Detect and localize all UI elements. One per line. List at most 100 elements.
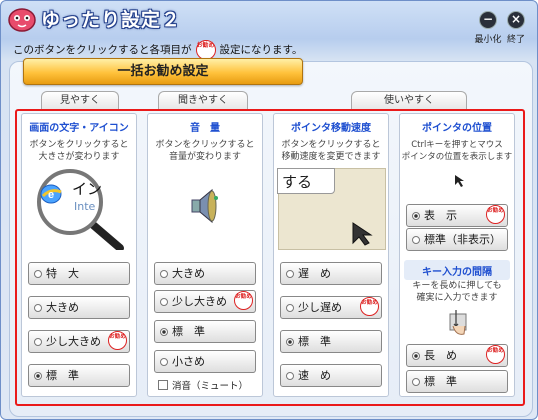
radio-icon <box>412 378 420 386</box>
desc-line: 確実に入力できます <box>416 293 498 303</box>
close-label: 終了 <box>506 35 525 45</box>
column-desc: ボタンをクリックすると 大きさが変わります <box>22 139 136 163</box>
category-tab-hear: 聞きやすく <box>158 91 248 110</box>
preview-text: する <box>277 168 335 194</box>
option-text-standard[interactable]: 標 準 <box>28 364 130 387</box>
recommend-stamp-icon: お勧め <box>360 297 379 316</box>
preview-text-big: イン <box>72 180 103 198</box>
option-volume-loud[interactable]: 大きめ <box>154 262 256 285</box>
column-pointer-speed: ポインタ移動速度 ボタンをクリックすると 移動速度を変更できます する 遅 め … <box>273 113 389 397</box>
preview-text-small: Inte <box>74 200 96 213</box>
radio-selected-icon <box>34 372 42 380</box>
column-title: ポインタの位置 <box>422 123 492 134</box>
option-label: 速 め <box>298 369 331 382</box>
column-title: ポインタ移動速度 <box>291 123 371 134</box>
desc-line: ボタンをクリックすると <box>155 140 255 150</box>
column-text-icon: 画面の文字・アイコン ボタンをクリックすると 大きさが変わります e イン In… <box>21 113 137 397</box>
radio-icon <box>286 270 294 278</box>
option-label: 標 準 <box>172 325 205 338</box>
small-pointer-icon <box>455 175 464 187</box>
radio-icon <box>286 372 294 380</box>
speaker-icon <box>191 188 218 224</box>
recommend-stamp-icon: お勧め <box>108 331 127 350</box>
option-label: 特 大 <box>46 267 79 280</box>
radio-icon <box>34 270 42 278</box>
option-label: 小さめ <box>172 355 205 368</box>
option-key-standard[interactable]: 標 準 <box>406 370 508 393</box>
radio-icon <box>160 270 168 278</box>
option-label: 遅 め <box>298 267 331 280</box>
option-label: 大きめ <box>46 301 79 314</box>
option-label: 標準（非表示） <box>424 233 501 246</box>
key-press-icon <box>449 310 467 335</box>
desc-line: 音量が変わります <box>168 152 241 162</box>
option-label: 大きめ <box>172 267 205 280</box>
option-speed-slightly-slow[interactable]: 少し遅め お勧め <box>280 296 382 319</box>
recommend-stamp-icon: お勧め <box>486 345 505 364</box>
mute-label: 消音（ミュート） <box>172 381 249 392</box>
recommend-stamp-icon: お勧め <box>234 291 253 310</box>
checkbox-icon <box>158 380 168 390</box>
column-volume: 音 量 ボタンをクリックすると 音量が変わります 大きめ 少し大きめ お勧め 標 … <box>147 113 263 397</box>
option-label: 標 準 <box>424 375 457 388</box>
mute-checkbox[interactable]: 消音（ミュート） <box>158 378 248 392</box>
radio-selected-icon <box>160 328 168 336</box>
key-interval-title: キー入力の間隔 <box>422 267 492 278</box>
radio-icon <box>160 358 168 366</box>
desc-line: Ctrlキーを押すとマウス <box>411 140 503 150</box>
bulk-recommend-button[interactable]: 一括お勧め設定 <box>23 58 303 85</box>
column-title: 画面の文字・アイコン <box>29 123 129 134</box>
desc-line: ポインタの位置を表示します <box>401 152 513 162</box>
minimize-icon: − <box>479 11 497 29</box>
option-label: 標 準 <box>46 369 79 382</box>
option-volume-quiet[interactable]: 小さめ <box>154 350 256 373</box>
option-text-extra-large[interactable]: 特 大 <box>28 262 130 285</box>
radio-selected-icon <box>412 212 420 220</box>
option-label: 長 め <box>424 349 457 362</box>
option-speed-slow[interactable]: 遅 め <box>280 262 382 285</box>
radio-icon <box>34 338 42 346</box>
desc-line: キーを長めに押しても <box>412 281 502 291</box>
option-key-long[interactable]: 長 め お勧め <box>406 344 508 367</box>
info-text-after: 設定になります。 <box>219 44 303 56</box>
column-title: 音 量 <box>190 123 220 134</box>
column-desc: ボタンをクリックすると 音量が変わります <box>148 139 262 163</box>
title-bar: ゆったり設定２ − 最小化 × 終了 <box>1 1 537 45</box>
mouse-pointer-icon <box>352 222 373 246</box>
radio-icon <box>286 304 294 312</box>
column-desc: Ctrlキーを押すとマウス ポインタの位置を表示します <box>400 139 514 163</box>
option-text-large[interactable]: 大きめ <box>28 296 130 319</box>
radio-icon <box>160 298 168 306</box>
option-speed-standard[interactable]: 標 準 <box>280 330 382 353</box>
pointer-speed-preview: する <box>277 168 386 250</box>
option-volume-standard[interactable]: 標 準 <box>154 320 256 343</box>
desc-line: 移動速度を変更できます <box>281 152 381 162</box>
column-pointer-position: ポインタの位置 Ctrlキーを押すとマウス ポインタの位置を表示します 表 示お… <box>399 113 515 397</box>
option-label: 少し大きめ <box>46 335 101 348</box>
option-label: 少し大きめ <box>172 295 227 308</box>
option-speed-fast[interactable]: 速 め <box>280 364 382 387</box>
option-label: 標 準 <box>298 335 331 348</box>
category-tab-see: 見やすく <box>41 91 119 110</box>
app-title: ゆったり設定２ <box>41 9 182 31</box>
column-desc: ボタンをクリックすると 移動速度を変更できます <box>274 139 388 163</box>
svg-text:e: e <box>48 189 54 201</box>
option-label: 表 示 <box>424 209 457 222</box>
close-icon: × <box>507 11 525 29</box>
radio-icon <box>34 304 42 312</box>
category-tab-use: 使いやすく <box>351 91 467 110</box>
option-pointer-hide[interactable]: 標準（非表示） <box>406 228 508 251</box>
desc-line: ボタンをクリックすると <box>281 140 381 150</box>
option-volume-slightly-loud[interactable]: 少し大きめ お勧め <box>154 290 256 313</box>
option-label: 少し遅め <box>298 301 342 314</box>
magnifier-preview: e イン Inte <box>34 166 126 250</box>
recommend-stamp-icon: お勧め <box>195 40 216 60</box>
desc-line: ボタンをクリックすると <box>29 140 129 150</box>
close-button[interactable]: × 終了 <box>499 11 533 45</box>
option-text-slightly-large[interactable]: 少し大きめ お勧め <box>28 330 130 353</box>
key-interval-desc: キーを長めに押しても 確実に入力できます <box>400 280 514 304</box>
desc-line: 大きさが変わります <box>38 152 120 162</box>
option-pointer-show[interactable]: 表 示 お勧め <box>406 204 508 227</box>
info-text: このボタンをクリックすると各項目が お勧め 設定になります。 <box>13 40 302 60</box>
radio-icon <box>412 236 420 244</box>
